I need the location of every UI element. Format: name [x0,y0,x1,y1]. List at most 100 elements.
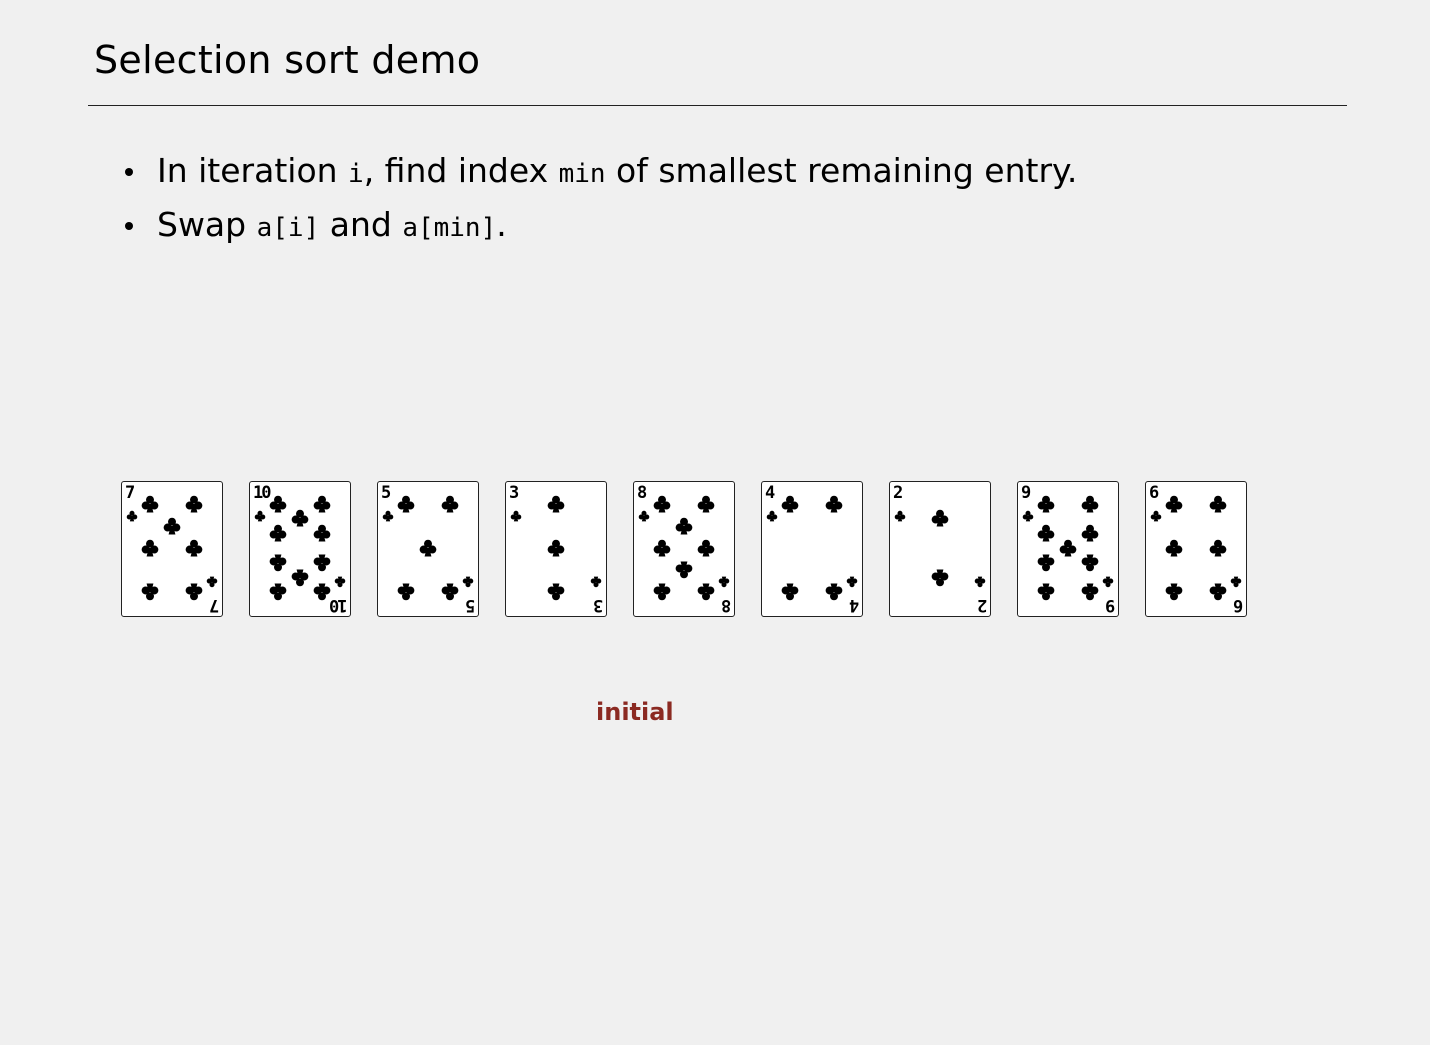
title-divider [88,105,1347,106]
card-rank: 4 [765,483,775,503]
card-face [638,495,730,601]
club-icon [441,495,459,513]
club-icon [462,576,474,588]
club-icon [1209,539,1227,557]
club-icon [697,583,715,601]
card-3-of-clubs: 33 [505,481,607,617]
card-rank: 5 [381,483,391,503]
club-icon [1022,510,1034,522]
club-icon [781,495,799,513]
club-icon [1081,524,1099,542]
card-10-of-clubs: 10 10 [249,481,351,617]
club-icon [1209,583,1227,601]
card-7-of-clubs: 77 [121,481,223,617]
club-icon [675,561,693,579]
bullet-text: of smallest remaining entry. [605,151,1078,190]
club-icon [126,510,138,522]
slide-title: Selection sort demo [94,38,481,82]
card-rank: 5 [466,595,475,615]
club-icon [1037,495,1055,513]
club-icon [141,539,159,557]
card-rank: 3 [509,483,519,503]
club-icon [1059,539,1077,557]
card-face [126,495,218,601]
card-face [766,495,858,601]
club-icon [397,583,415,601]
bullet-dot [125,168,133,176]
club-icon [269,495,287,513]
club-icon [653,495,671,513]
club-icon [382,510,394,522]
bullet-text: , find index [363,151,559,190]
club-icon [313,524,331,542]
club-icon [254,510,266,522]
club-icon [334,576,346,588]
club-icon [141,583,159,601]
step-status-label: initial [596,698,674,726]
club-icon [547,539,565,557]
bullet-text: . [496,205,507,244]
club-icon [638,510,650,522]
code-var-i: i [348,159,364,189]
club-icon [141,495,159,513]
card-9-of-clubs: 99 [1017,481,1119,617]
card-5-of-clubs: 55 [377,481,479,617]
club-icon [291,569,309,587]
card-rank: 10 [253,483,272,503]
code-a-min: a[min] [402,213,497,243]
club-icon [846,576,858,588]
club-icon [1230,576,1242,588]
club-icon [697,495,715,513]
club-icon [397,495,415,513]
club-icon [185,495,203,513]
card-rank: 3 [594,595,603,615]
bullet-dot [125,222,133,230]
card-rank: 2 [978,595,987,615]
bullet-text: and [319,205,403,244]
card-rank: 8 [637,483,647,503]
club-icon [825,583,843,601]
club-icon [931,509,949,527]
club-icon [441,583,459,601]
club-icon [1037,554,1055,572]
club-icon [718,576,730,588]
club-icon [1081,583,1099,601]
club-icon [185,583,203,601]
bullet-text: Swap [157,205,257,244]
bullet-item: Swap a[i] and a[min]. [122,202,1077,256]
club-icon [697,539,715,557]
code-a-i: a[i] [256,213,320,243]
club-icon [653,539,671,557]
card-rank: 6 [1234,595,1243,615]
club-icon [653,583,671,601]
card-face [1150,495,1242,601]
club-icon [313,583,331,601]
club-icon [269,524,287,542]
club-icon [931,569,949,587]
card-face [510,495,602,601]
card-rank: 7 [125,483,135,503]
club-icon [675,517,693,535]
club-icon [313,554,331,572]
card-rank: 2 [893,483,903,503]
club-icon [419,539,437,557]
club-icon [1081,495,1099,513]
bullet-list: In iteration i, find index min of smalle… [122,148,1077,256]
club-icon [825,495,843,513]
card-rank: 4 [850,595,859,615]
card-rank: 6 [1149,483,1159,503]
card-face [894,509,986,588]
club-icon [1102,576,1114,588]
card-8-of-clubs: 88 [633,481,735,617]
club-icon [269,554,287,572]
club-icon [766,510,778,522]
club-icon [547,583,565,601]
card-rank: 9 [1021,483,1031,503]
club-icon [1165,495,1183,513]
card-4-of-clubs: 44 [761,481,863,617]
club-icon [291,509,309,527]
club-icon [894,510,906,522]
club-icon [781,583,799,601]
card-face [382,495,474,601]
club-icon [1037,583,1055,601]
